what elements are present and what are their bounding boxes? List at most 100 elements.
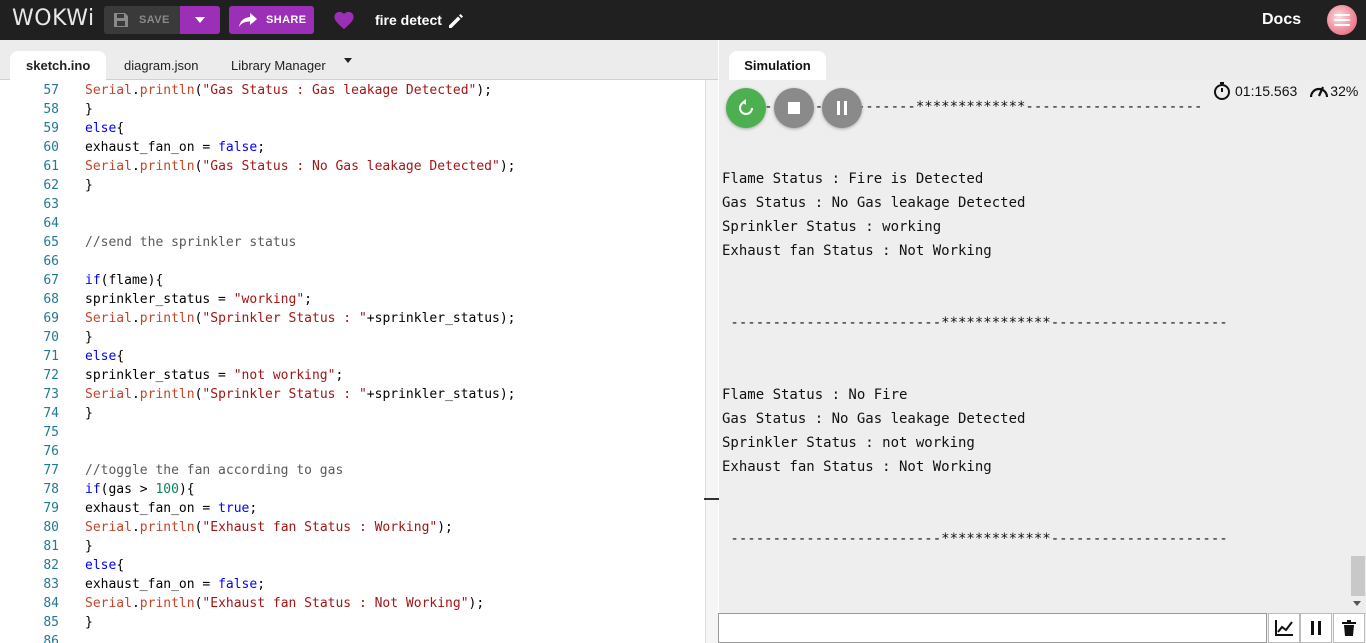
save-options-dropdown[interactable] [180,6,220,34]
code-line[interactable]: 64 [0,214,705,233]
code-text: } [85,328,93,347]
code-line[interactable]: 70} [0,328,705,347]
code-token: exhaust_fan_on = [85,140,219,155]
pause-serial-button[interactable] [1300,613,1332,643]
editor-tab-bar: sketch.ino diagram.json Library Manager [0,40,718,80]
code-line[interactable]: 73 Serial.println("Sprinkler Status : "+s… [0,385,705,404]
line-number: 75 [43,425,59,440]
code-token: true [218,501,250,516]
code-line[interactable]: 75 [0,423,705,442]
logo-text: WOKWi [12,6,95,31]
code-token: false [218,140,258,155]
code-token: //toggle the fan according to gas [85,463,344,478]
code-line[interactable]: 86 [0,632,705,643]
code-token: Serial [85,387,132,402]
code-token: println [139,520,195,535]
code-line[interactable]: 58} [0,100,705,119]
code-line[interactable]: 85} [0,613,705,632]
code-line[interactable]: 81} [0,537,705,556]
code-token: . [131,387,140,402]
line-number: 62 [43,178,59,193]
clear-serial-button[interactable] [1333,613,1365,643]
save-button[interactable]: SAVE [104,6,180,34]
project-title[interactable]: fire detect [375,12,442,28]
avatar[interactable] [1327,5,1357,35]
code-line[interactable]: 84 Serial.println("Exhaust fan Status : N… [0,594,705,613]
plotter-button[interactable] [1268,613,1300,643]
code-token: if [85,482,101,497]
line-number: 74 [43,406,59,421]
code-token: { [116,121,125,136]
share-button[interactable]: SHARE [229,6,314,34]
code-line[interactable]: 72 sprinkler_status = "not working"; [0,366,705,385]
serial-line: Flame Status : No Fire [722,387,908,403]
code-line[interactable]: 69 Serial.println("Sprinkler Status : "+s… [0,309,705,328]
code-text: if(gas > 100){ [85,480,195,499]
code-line[interactable]: 65 //send the sprinkler status [0,233,705,252]
code-token: "Sprinkler Status : " [202,387,367,402]
tab-library-manager[interactable]: Library Manager [231,51,326,80]
code-token: sprinkler_status = [85,368,234,383]
code-text: } [85,176,93,195]
tab-sketch[interactable]: sketch.ino [10,51,107,80]
code-line[interactable]: 62} [0,176,705,195]
code-token: (flame){ [100,273,164,288]
code-line[interactable]: 67 if(flame){ [0,271,705,290]
code-line[interactable]: 71 else{ [0,347,705,366]
code-token: println [139,159,195,174]
pencil-icon[interactable] [447,12,465,30]
code-line[interactable]: 77 //toggle the fan according to gas [0,461,705,480]
pause-simulation-button[interactable] [822,88,862,128]
code-line[interactable]: 79 exhaust_fan_on = true; [0,499,705,518]
stop-simulation-button[interactable] [774,88,814,128]
code-token: ); [437,520,453,535]
code-token: } [85,330,93,345]
code-token: "Gas Status : No Gas leakage Detected" [202,159,500,174]
tab-diagram[interactable]: diagram.json [124,51,198,80]
splitter-handle[interactable] [704,498,719,500]
code-text: Serial.println("Exhaust fan Status : Wor… [85,518,453,537]
code-token: Serial [85,311,132,326]
code-line[interactable]: 74} [0,404,705,423]
scroll-down-arrow-icon[interactable] [1353,601,1361,606]
code-line[interactable]: 68 sprinkler_status = "working"; [0,290,705,309]
wokwi-logo[interactable]: WOKWi [12,6,95,32]
serial-input[interactable] [718,613,1267,643]
code-line[interactable]: 78 if(gas > 100){ [0,480,705,499]
code-line[interactable]: 83 exhaust_fan_on = false; [0,575,705,594]
code-token: "Sprinkler Status : " [202,311,367,326]
code-line[interactable]: 66 [0,252,705,271]
code-token: "Exhaust fan Status : Working" [202,520,438,535]
code-line[interactable]: 57 Serial.println("Gas Status : Gas leaka… [0,81,705,100]
pane-splitter[interactable] [705,80,718,643]
code-token: println [139,83,195,98]
serial-scrollbar-thumb[interactable] [1351,556,1365,596]
code-editor[interactable]: 57 Serial.println("Gas Status : Gas leaka… [0,81,705,643]
code-token: ; [257,140,266,155]
tabs-menu-chevron-icon[interactable] [344,58,352,63]
line-number: 64 [43,216,59,231]
code-token: (gas > [100,482,156,497]
code-line[interactable]: 60 exhaust_fan_on = false; [0,138,705,157]
line-number: 68 [43,292,59,307]
code-token: 100 [155,482,179,497]
line-number: 76 [43,444,59,459]
line-number: 63 [43,197,59,212]
tab-simulation[interactable]: Simulation [729,51,826,80]
top-bar: WOKWi SAVE SHARE fire detect Docs [0,0,1366,40]
code-token: { [116,558,125,573]
code-line[interactable]: 76 [0,442,705,461]
serial-line: Exhaust fan Status : Not Working [722,459,992,475]
code-token: sprinkler_status = [85,292,234,307]
docs-link[interactable]: Docs [1262,11,1301,29]
code-line[interactable]: 80 Serial.println("Exhaust fan Status : W… [0,518,705,537]
code-line[interactable]: 59 else{ [0,119,705,138]
code-line[interactable]: 61 Serial.println("Gas Status : No Gas le… [0,157,705,176]
code-line[interactable]: 82 else{ [0,556,705,575]
code-line[interactable]: 63 [0,195,705,214]
restart-simulation-button[interactable] [726,88,766,128]
line-number: 73 [43,387,59,402]
code-token: } [85,406,93,421]
heart-icon[interactable] [333,10,355,30]
code-token: +sprinkler_status); [366,311,516,326]
